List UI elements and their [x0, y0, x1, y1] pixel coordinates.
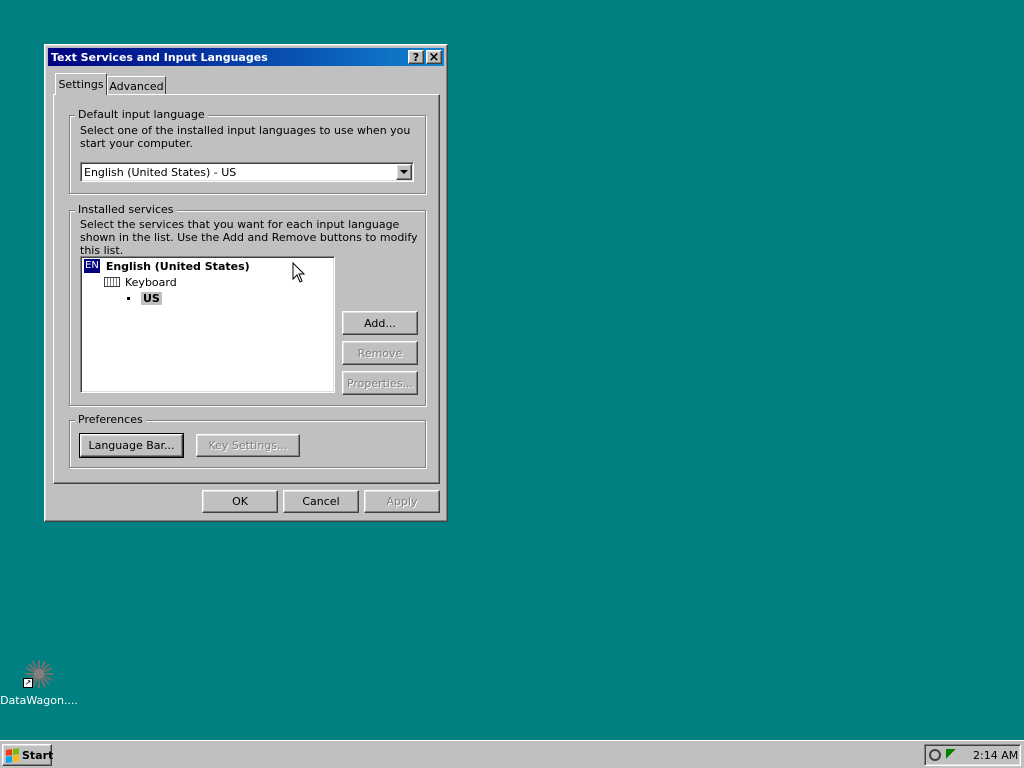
key-settings-button[interactable]: Key Settings...	[196, 434, 300, 457]
default-language-value: English (United States) - US	[84, 165, 237, 179]
taskbar: Start 2:14 AM	[0, 740, 1024, 768]
cancel-button-label: Cancel	[302, 495, 340, 508]
dialog-window: Text Services and Input Languages ? × Se…	[44, 44, 448, 522]
windows-logo-icon	[6, 747, 19, 763]
desktop-icon-datawagon[interactable]: ↗ DataWagon....	[0, 656, 78, 712]
dropdown-arrow-button[interactable]	[396, 164, 412, 180]
keyboard-icon	[104, 277, 120, 287]
apply-button[interactable]: Apply	[364, 490, 440, 513]
desktop-icon-label: DataWagon....	[0, 694, 78, 707]
properties-button[interactable]: Properties...	[342, 371, 418, 395]
close-button[interactable]: ×	[426, 49, 442, 65]
help-button[interactable]: ?	[408, 50, 424, 64]
tree-item-language[interactable]: EN English (United States)	[84, 259, 250, 273]
default-language-dropdown[interactable]: English (United States) - US	[80, 162, 414, 182]
cancel-button[interactable]: Cancel	[283, 490, 359, 513]
volume-icon[interactable]	[929, 749, 941, 761]
default-language-group-label: Default input language	[75, 108, 208, 121]
start-button[interactable]: Start	[2, 744, 54, 766]
chevron-down-icon	[400, 170, 408, 174]
installed-services-group-label: Installed services	[75, 203, 177, 216]
mouse-cursor-icon	[292, 262, 306, 283]
ok-button-label: OK	[232, 495, 248, 508]
tab-panel: Default input language Select one of the…	[53, 94, 440, 484]
tree-item-keyboard[interactable]: Keyboard	[104, 275, 177, 289]
help-icon: ?	[412, 50, 420, 64]
tab-settings-label: Settings	[58, 78, 104, 91]
window-title: Text Services and Input Languages	[51, 50, 268, 64]
add-button-label: Add...	[364, 316, 396, 330]
start-label: Start	[22, 748, 54, 762]
bullet-icon	[127, 296, 130, 300]
tree-item-layout[interactable]: US	[127, 291, 162, 305]
network-icon[interactable]	[946, 749, 958, 761]
clock[interactable]: 2:14 AM	[973, 749, 1018, 762]
ok-button[interactable]: OK	[202, 490, 278, 513]
tab-advanced-label: Advanced	[109, 79, 164, 93]
close-icon: ×	[428, 49, 440, 65]
shortcut-arrow-icon: ↗	[23, 678, 33, 688]
language-badge: EN	[84, 259, 100, 273]
language-bar-button-label: Language Bar...	[88, 439, 175, 452]
key-settings-button-label: Key Settings...	[208, 439, 288, 452]
system-tray: 2:14 AM	[924, 744, 1021, 766]
tab-settings[interactable]: Settings	[55, 73, 107, 95]
properties-button-label: Properties...	[346, 376, 414, 390]
remove-button-label: Remove	[357, 346, 403, 360]
preferences-group-label: Preferences	[75, 413, 146, 426]
installed-services-description: Select the services that you want for ea…	[80, 218, 418, 257]
apply-button-label: Apply	[386, 495, 418, 508]
tree-layout-label: US	[141, 291, 162, 305]
add-button[interactable]: Add...	[342, 311, 418, 335]
tab-advanced[interactable]: Advanced	[107, 76, 166, 95]
remove-button[interactable]: Remove	[342, 341, 418, 365]
tree-language-label: English (United States)	[105, 259, 250, 273]
language-bar-button[interactable]: Language Bar...	[79, 433, 184, 458]
default-language-description: Select one of the installed input langua…	[80, 124, 411, 150]
tree-keyboard-label: Keyboard	[125, 275, 177, 289]
title-bar[interactable]: Text Services and Input Languages ? ×	[48, 48, 444, 66]
